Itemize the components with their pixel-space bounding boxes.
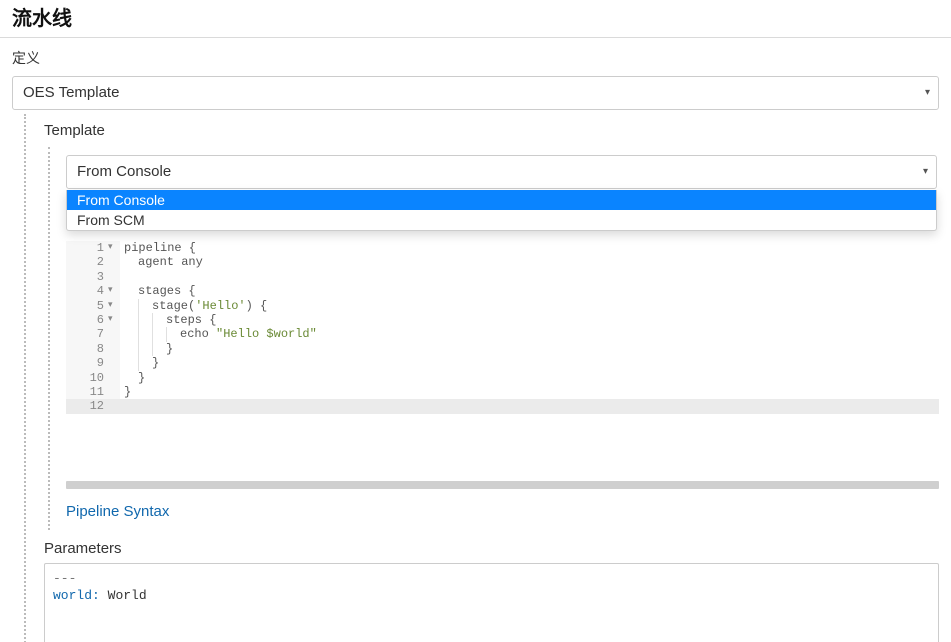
line-number: 5 <box>66 299 108 313</box>
code-line[interactable]: 12 <box>66 399 939 413</box>
code-content: } <box>120 342 939 356</box>
code-line[interactable]: 1 pipeline { <box>66 241 939 255</box>
pipeline-script-editor[interactable]: 1 pipeline { 2 agent any 34 stages { 5 stage('H… <box>66 241 939 485</box>
pipeline-syntax-link[interactable]: Pipeline Syntax <box>66 503 939 520</box>
code-line[interactable]: 5 stage('Hello') { <box>66 299 939 313</box>
code-line[interactable]: 2 agent any <box>66 255 939 269</box>
line-number: 12 <box>66 399 108 413</box>
yaml-doc-start: --- <box>53 571 76 586</box>
fold-gutter <box>108 342 120 356</box>
code-content: } <box>120 371 939 385</box>
fold-gutter <box>108 270 120 284</box>
code-content: agent any <box>120 255 939 269</box>
dropdown-option-from-console[interactable]: From Console <box>67 190 936 210</box>
line-number: 3 <box>66 270 108 284</box>
definition-select[interactable]: OES Template ▾ <box>12 76 939 110</box>
fold-gutter <box>108 255 120 269</box>
fold-gutter <box>108 371 120 385</box>
fold-toggle-icon[interactable] <box>108 299 120 313</box>
fold-gutter <box>108 356 120 370</box>
page-title: 流水线 <box>12 2 947 31</box>
chevron-down-icon: ▾ <box>923 156 928 188</box>
line-number: 9 <box>66 356 108 370</box>
yaml-value: World <box>108 588 147 603</box>
code-content: stage('Hello') { <box>120 299 939 313</box>
line-number: 8 <box>66 342 108 356</box>
fold-gutter <box>108 327 120 341</box>
yaml-key: world <box>53 588 92 603</box>
template-source-value: From Console <box>77 163 171 180</box>
parameters-label: Parameters <box>44 540 939 557</box>
fold-toggle-icon[interactable] <box>108 313 120 327</box>
code-line[interactable]: 6 steps { <box>66 313 939 327</box>
code-line[interactable]: 10} <box>66 371 939 385</box>
line-number: 2 <box>66 255 108 269</box>
code-content <box>120 399 939 413</box>
definition-select-value: OES Template <box>23 84 119 101</box>
line-number: 7 <box>66 327 108 341</box>
parameters-textarea[interactable]: --- world: World <box>44 563 939 642</box>
template-label: Template <box>44 122 939 139</box>
code-line[interactable]: 4 stages { <box>66 284 939 298</box>
code-content <box>120 270 939 284</box>
code-content: stages { <box>120 284 939 298</box>
code-content: } <box>120 385 939 399</box>
template-source-dropdown: From Console From SCM <box>66 190 937 231</box>
template-source-select[interactable]: From Console ▾ <box>66 155 937 189</box>
code-line[interactable]: 8} <box>66 342 939 356</box>
chevron-down-icon: ▾ <box>925 77 930 109</box>
line-number: 6 <box>66 313 108 327</box>
line-number: 10 <box>66 371 108 385</box>
code-line[interactable]: 3 <box>66 270 939 284</box>
fold-toggle-icon[interactable] <box>108 241 120 255</box>
fold-gutter <box>108 385 120 399</box>
fold-toggle-icon[interactable] <box>108 284 120 298</box>
code-line[interactable]: 9} <box>66 356 939 370</box>
editor-horizontal-scrollbar[interactable] <box>66 481 939 491</box>
line-number: 1 <box>66 241 108 255</box>
fold-gutter <box>108 399 120 413</box>
definition-label: 定义 <box>12 48 939 68</box>
dropdown-option-from-scm[interactable]: From SCM <box>67 210 936 230</box>
code-content: echo "Hello $world" <box>120 327 939 341</box>
code-line[interactable]: 11} <box>66 385 939 399</box>
code-line[interactable]: 7 echo "Hello $world" <box>66 327 939 341</box>
line-number: 4 <box>66 284 108 298</box>
code-content: } <box>120 356 939 370</box>
line-number: 11 <box>66 385 108 399</box>
code-content: pipeline { <box>120 241 939 255</box>
code-content: steps { <box>120 313 939 327</box>
